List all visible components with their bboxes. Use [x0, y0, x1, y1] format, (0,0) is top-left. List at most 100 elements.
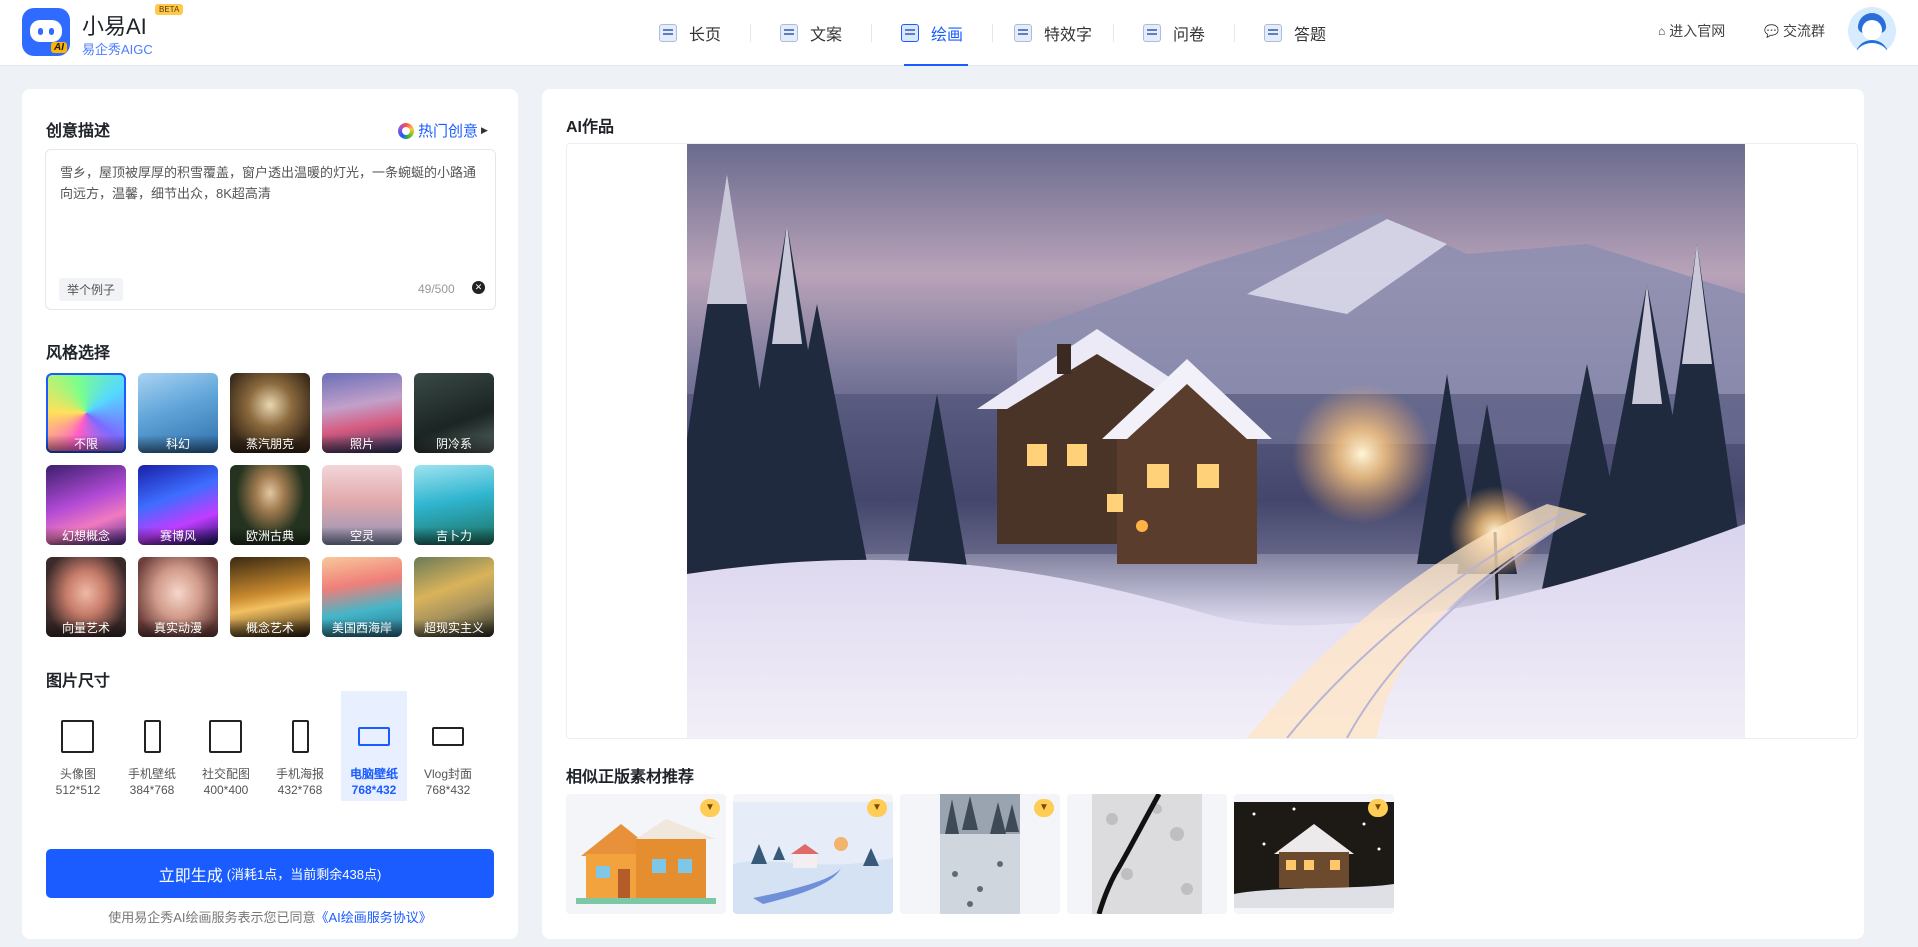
official-site-link[interactable]: ⌂ 进入官网: [1658, 21, 1725, 41]
hot-ideas-button[interactable]: 热门创意 ▶: [398, 120, 488, 141]
char-counter: 49/500: [418, 282, 455, 296]
style-label: 欧洲古典: [230, 527, 310, 545]
agreement-link[interactable]: 《AI绘画服务协议》: [316, 910, 432, 925]
size-section-title: 图片尺寸: [46, 673, 111, 690]
size-name: 头像图: [59, 767, 96, 781]
square-shape-icon: [209, 720, 242, 753]
nav-tab-quiz[interactable]: 答题: [1235, 0, 1355, 66]
style-label: 科幻: [138, 435, 218, 453]
size-option-avatar[interactable]: 头像图 512*512: [45, 703, 111, 813]
home-icon: ⌂: [1658, 24, 1666, 38]
style-label: 超现实主义: [414, 619, 494, 637]
premium-crown-icon: ▼: [867, 799, 887, 817]
size-option-desktop-wallpaper[interactable]: 电脑壁纸 768*432: [341, 691, 407, 801]
copywriting-icon: [779, 24, 798, 42]
nav-tab-label: 问卷: [1172, 27, 1205, 44]
size-name: 手机海报: [275, 767, 324, 781]
artwork-frame: [566, 143, 1858, 739]
agreement-note: 使用易企秀AI绘画服务表示您已同意《AI绘画服务协议》: [22, 907, 518, 926]
style-label: 照片: [322, 435, 402, 453]
quiz-icon: [1263, 24, 1282, 42]
community-group-label: 交流群: [1782, 23, 1825, 39]
size-name: Vlog封面: [423, 767, 473, 781]
premium-crown-icon: ▼: [700, 799, 720, 817]
size-options: 头像图 512*512 手机壁纸 384*768 社交配图 400*400 手机…: [45, 691, 505, 801]
landscape-shape-icon: [432, 727, 464, 746]
style-label: 吉卜力: [414, 527, 494, 545]
size-option-social[interactable]: 社交配图 400*400: [193, 703, 259, 813]
size-name: 社交配图: [201, 767, 250, 781]
nav-tab-label: 答题: [1293, 27, 1326, 44]
style-label: 真实动漫: [138, 619, 218, 637]
color-wheel-icon: [398, 122, 414, 139]
style-label: 向量艺术: [46, 619, 126, 637]
result-panel: AI作品 相似正版素材推荐 ▼ ▼ ▼ ▼: [542, 89, 1864, 939]
app-logo[interactable]: AI: [22, 8, 70, 56]
chat-icon: 💬: [1764, 24, 1779, 38]
style-label: 不限: [46, 435, 126, 453]
size-dimension: 768*432: [425, 783, 471, 797]
nav-tab-survey[interactable]: 问卷: [1114, 0, 1234, 66]
size-option-phone-poster[interactable]: 手机海报 432*768: [267, 703, 333, 813]
style-label: 阴冷系: [414, 435, 494, 453]
style-option-ghibli[interactable]: 吉卜力: [414, 465, 494, 545]
brand-subtitle: 易企秀AIGC: [82, 42, 153, 57]
style-option-gloomy[interactable]: 阴冷系: [414, 373, 494, 453]
prompt-text[interactable]: 雪乡，屋顶被厚厚的积雪覆盖，窗户透出温暖的灯光，一条蜿蜒的小路通向远方，温馨，细…: [60, 162, 484, 204]
style-option-concept-art[interactable]: 概念艺术: [230, 557, 310, 637]
snowy-cabin-illustration: [687, 174, 1745, 738]
style-option-photo[interactable]: 照片: [322, 373, 402, 453]
style-option-scifi[interactable]: 科幻: [138, 373, 218, 453]
recommend-item[interactable]: ▼: [566, 794, 726, 914]
premium-crown-icon: ▼: [1034, 799, 1054, 817]
brand-name: 小易AI: [82, 14, 147, 39]
artwork-section-title: AI作品: [566, 119, 615, 136]
main-nav: 长页 文案 绘画 特效字 问卷 答题: [630, 0, 1355, 66]
style-option-fantasy-concept[interactable]: 幻想概念: [46, 465, 126, 545]
style-option-steampunk[interactable]: 蒸汽朋克: [230, 373, 310, 453]
top-bar: AI 小易AI BETA 易企秀AIGC 长页 文案 绘画 特效字 问卷 答题 …: [0, 0, 1918, 66]
style-label: 幻想概念: [46, 527, 126, 545]
nav-tab-label: 绘画: [930, 27, 963, 44]
size-dimension: 512*512: [55, 783, 101, 797]
survey-icon: [1142, 24, 1161, 42]
official-site-label: 进入官网: [1669, 23, 1726, 39]
style-label: 概念艺术: [230, 619, 310, 637]
style-option-surrealism[interactable]: 超现实主义: [414, 557, 494, 637]
style-option-cyberpunk[interactable]: 赛博风: [138, 465, 218, 545]
logo-ai-tag: AI: [51, 42, 67, 53]
nav-tab-painting[interactable]: 绘画: [872, 0, 992, 66]
example-button[interactable]: 举个例子: [59, 278, 124, 301]
style-option-vector-art[interactable]: 向量艺术: [46, 557, 126, 637]
clear-icon[interactable]: ✕: [472, 281, 485, 294]
nav-tab-effect-text[interactable]: 特效字: [993, 0, 1113, 66]
style-label: 蒸汽朋克: [230, 435, 310, 453]
recommend-item[interactable]: ▼: [900, 794, 1060, 914]
generate-button[interactable]: 立即生成 (消耗1点，当前剩余438点): [46, 849, 494, 898]
style-label: 空灵: [322, 527, 402, 545]
prompt-textarea[interactable]: 雪乡，屋顶被厚厚的积雪覆盖，窗户透出温暖的灯光，一条蜿蜒的小路通向远方，温馨，细…: [45, 149, 496, 310]
community-group-link[interactable]: 💬 交流群: [1764, 21, 1825, 41]
style-option-ethereal[interactable]: 空灵: [322, 465, 402, 545]
style-option-us-west-coast[interactable]: 美国西海岸: [322, 557, 402, 637]
size-option-vlog-cover[interactable]: Vlog封面 768*432: [415, 703, 481, 813]
size-name: 手机壁纸: [127, 767, 176, 781]
nav-tab-long-page[interactable]: 长页: [630, 0, 750, 66]
portrait-shape-icon: [144, 720, 161, 753]
agreement-text: 使用易企秀AI绘画服务表示您已同意: [108, 910, 316, 925]
recommend-item[interactable]: ▼: [733, 794, 893, 914]
recommend-item[interactable]: [1067, 794, 1227, 914]
nav-tab-copywriting[interactable]: 文案: [751, 0, 871, 66]
user-avatar[interactable]: [1848, 7, 1896, 55]
caret-right-icon: ▶: [481, 125, 488, 135]
size-name: 电脑壁纸: [349, 767, 398, 781]
generate-cost-note: (消耗1点，当前剩余438点): [226, 867, 382, 882]
style-option-unlimited[interactable]: 不限: [46, 373, 126, 453]
prompt-section-title: 创意描述: [46, 123, 111, 140]
recommend-item[interactable]: ▼: [1234, 794, 1394, 914]
generated-artwork-image[interactable]: [687, 144, 1745, 738]
size-option-phone-wallpaper[interactable]: 手机壁纸 384*768: [119, 703, 185, 813]
style-option-realistic-anime[interactable]: 真实动漫: [138, 557, 218, 637]
style-option-european-classic[interactable]: 欧洲古典: [230, 465, 310, 545]
effect-text-icon: [1013, 24, 1032, 42]
